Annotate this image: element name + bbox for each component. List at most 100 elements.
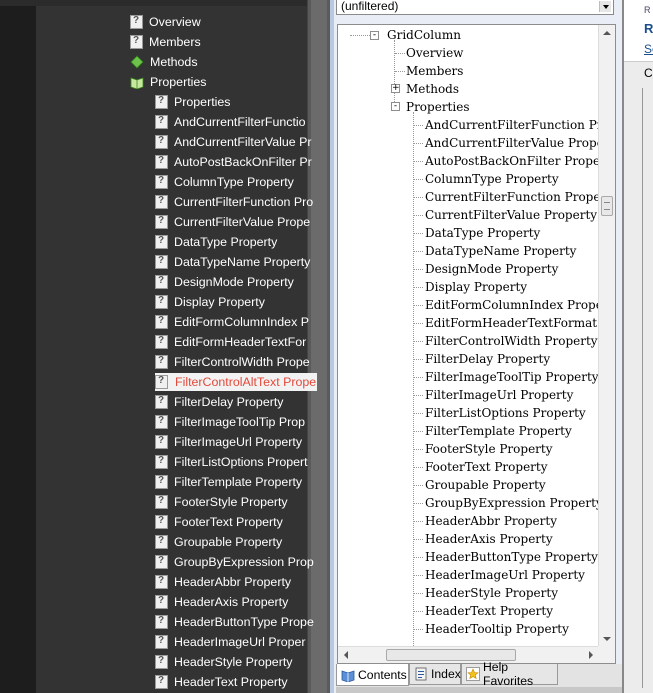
- tree-node[interactable]: CurrentFilterFunction Property: [425, 188, 615, 206]
- expand-toggle-icon[interactable]: +: [391, 84, 400, 93]
- help-page-icon: [155, 515, 168, 529]
- tree-node[interactable]: FilterImageUrl Property: [425, 386, 573, 404]
- tab-help-favorites[interactable]: Help Favorites: [461, 660, 558, 688]
- scroll-down-arrow-icon[interactable]: [599, 631, 615, 647]
- topic-item[interactable]: CurrentFilterFunction Pro: [155, 193, 313, 211]
- tree-node[interactable]: FilterControlWidth Property: [425, 332, 598, 350]
- tree-node[interactable]: AndCurrentFilterValue Property: [425, 134, 615, 152]
- topic-item[interactable]: FooterStyle Property: [155, 493, 288, 511]
- topic-item[interactable]: FilterTemplate Property: [155, 473, 302, 491]
- scrollbar-thumb[interactable]: [311, 0, 327, 693]
- tree-node[interactable]: HeaderText Property: [425, 602, 553, 620]
- tree-connector: [395, 71, 405, 72]
- contents-tree: - GridColumn Overview Members + Methods - Prope…: [337, 24, 616, 664]
- topic-item[interactable]: FilterImageToolTip Prop: [155, 413, 305, 431]
- filter-dropdown[interactable]: (unfiltered): [336, 0, 614, 15]
- tree-node[interactable]: Methods: [406, 80, 459, 98]
- tree-node[interactable]: FooterText Property: [425, 458, 548, 476]
- tree-node[interactable]: DataTypeName Property: [425, 242, 576, 260]
- topic-item-selected[interactable]: FilterControlAltText Prope: [155, 373, 318, 391]
- tree-node[interactable]: Display Property: [425, 278, 527, 296]
- tree-connector: [414, 179, 423, 180]
- topic-item[interactable]: AndCurrentFilterFunctio: [155, 113, 306, 131]
- collapse-toggle-icon[interactable]: -: [370, 31, 379, 40]
- tree-node[interactable]: HeaderImageUrl Property: [425, 566, 585, 584]
- tree-node[interactable]: FilterTemplate Property: [425, 422, 572, 440]
- chevron-down-icon[interactable]: [599, 1, 611, 12]
- scroll-up-arrow-icon[interactable]: [599, 25, 615, 41]
- topic-item[interactable]: FilterListOptions Propert: [155, 453, 308, 471]
- topic-item[interactable]: HeaderAxis Property: [155, 593, 288, 611]
- tree-vertical-scrollbar[interactable]: [598, 25, 615, 647]
- tree-node[interactable]: Groupable Property: [425, 476, 546, 494]
- help-page-icon: [155, 675, 168, 689]
- tree-node[interactable]: HeaderAxis Property: [425, 530, 553, 548]
- topic-label: Members: [149, 35, 201, 49]
- topic-item[interactable]: HeaderText Property: [155, 673, 288, 691]
- tree-horizontal-scrollbar[interactable]: [338, 646, 599, 663]
- topic-item[interactable]: GroupByExpression Prop: [155, 553, 314, 571]
- tree-node[interactable]: HeaderAbbr Property: [425, 512, 557, 530]
- tree-node-root[interactable]: GridColumn: [387, 26, 461, 44]
- topic-item[interactable]: Groupable Property: [155, 533, 282, 551]
- topic-label: CurrentFilterValue Prope: [174, 215, 311, 229]
- topic-item[interactable]: Properties: [155, 93, 230, 111]
- tree-node[interactable]: EditFormColumnIndex Property: [425, 296, 615, 314]
- tree-node[interactable]: HeaderTooltip Property: [425, 620, 569, 638]
- tree-node[interactable]: Overview: [406, 44, 463, 62]
- topic-item[interactable]: DesignMode Property: [155, 273, 294, 291]
- tree-connector: [394, 40, 395, 108]
- topic-item[interactable]: FilterDelay Property: [155, 393, 283, 411]
- topic-item[interactable]: HeaderButtonType Prope: [155, 613, 314, 631]
- topic-item[interactable]: Properties: [130, 73, 206, 91]
- topic-item[interactable]: EditFormHeaderTextFor: [155, 333, 306, 351]
- tree-node[interactable]: DesignMode Property: [425, 260, 558, 278]
- topic-item[interactable]: Overview: [130, 13, 201, 31]
- tree-connector: [414, 539, 423, 540]
- link-fragment[interactable]: Se: [644, 42, 653, 56]
- topic-item[interactable]: ColumnType Property: [155, 173, 294, 191]
- topic-item[interactable]: HeaderStyle Property: [155, 653, 292, 671]
- topic-item[interactable]: Members: [130, 33, 201, 51]
- tree-node[interactable]: Members: [406, 62, 463, 80]
- tab-index[interactable]: Index: [409, 664, 461, 685]
- topic-item[interactable]: DataTypeName Property: [155, 253, 310, 271]
- topic-item[interactable]: Methods: [130, 53, 198, 71]
- topic-item[interactable]: FooterText Property: [155, 513, 283, 531]
- topic-item[interactable]: Display Property: [155, 293, 265, 311]
- topic-item[interactable]: DataType Property: [155, 233, 277, 251]
- topic-list-scrollbar[interactable]: [307, 0, 330, 693]
- tree-node[interactable]: FilterImageToolTip Property: [425, 368, 599, 386]
- tree-node[interactable]: FooterStyle Property: [425, 440, 553, 458]
- tree-node[interactable]: CurrentFilterValue Property: [425, 206, 597, 224]
- tree-connector: [414, 305, 423, 306]
- scroll-right-arrow-icon[interactable]: [583, 647, 599, 663]
- help-page-icon: [155, 455, 168, 469]
- tree-node[interactable]: ColumnType Property: [425, 170, 559, 188]
- tree-node[interactable]: HeaderButtonType Property: [425, 548, 598, 566]
- tab-contents[interactable]: Contents: [336, 664, 409, 686]
- topic-item[interactable]: HeaderAbbr Property: [155, 573, 291, 591]
- scrollbar-thumb[interactable]: [601, 196, 613, 216]
- help-page-icon: [130, 35, 143, 49]
- tree-node[interactable]: FilterListOptions Property: [425, 404, 586, 422]
- topic-item[interactable]: FilterImageUrl Property: [155, 433, 302, 451]
- topic-item[interactable]: EditFormColumnIndex P: [155, 313, 309, 331]
- topic-label: HeaderAbbr Property: [174, 575, 292, 589]
- tree-node[interactable]: AndCurrentFilterFunction Property: [425, 116, 615, 134]
- tree-node[interactable]: AutoPostBackOnFilter Property: [425, 152, 615, 170]
- scroll-left-arrow-icon[interactable]: [338, 647, 354, 663]
- tree-node[interactable]: HeaderStyle Property: [425, 584, 558, 602]
- tree-node[interactable]: EditFormHeaderTextFormat Property: [425, 314, 615, 332]
- topic-item[interactable]: AutoPostBackOnFilter Pr: [155, 153, 312, 171]
- topic-label: FilterImageUrl Property: [174, 435, 303, 449]
- tree-node[interactable]: FilterDelay Property: [425, 350, 550, 368]
- topic-item[interactable]: CurrentFilterValue Prope: [155, 213, 310, 231]
- topic-item[interactable]: AndCurrentFilterValue Pr: [155, 133, 312, 151]
- topic-item[interactable]: FilterControlWidth Prope: [155, 353, 310, 371]
- tree-node[interactable]: Properties: [406, 98, 469, 116]
- tree-node[interactable]: DataType Property: [425, 224, 540, 242]
- topic-item[interactable]: HeaderImageUrl Proper: [155, 633, 306, 651]
- collapse-toggle-icon[interactable]: -: [391, 102, 400, 111]
- tree-node[interactable]: GroupByExpression Property: [425, 494, 603, 512]
